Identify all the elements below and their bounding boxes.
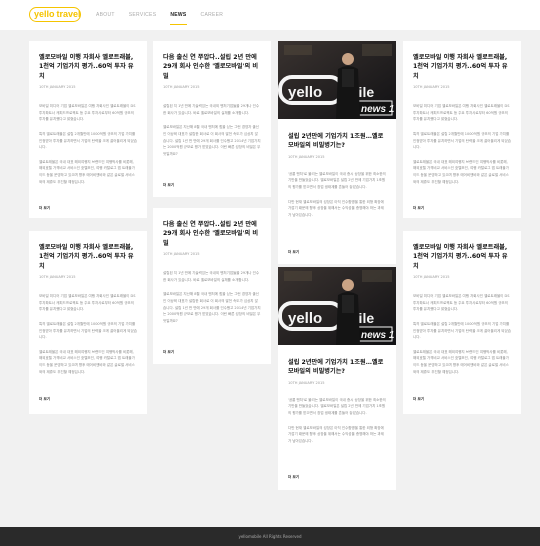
news-card-text: 모바일 미디어 기업 옐로모바일은 여행 자회사인 옐로트래블이 DS투자파트너… (413, 104, 510, 122)
news-card-text: '공룡 벤처'로 불리는 옐로모바일이 국내 증시 상장을 위한 최소한의 기반… (288, 171, 386, 189)
news-card-text: 모바일 미디어 기업 옐로모바일은 여행 자회사인 옐로트래블이 DS투자파트너… (39, 104, 136, 122)
news-card-title[interactable]: 다음 출신 연 쭈압다..설립 2년 만에 29개 회사 인수한 '옐로모바일'… (163, 220, 261, 248)
news-card-text: 특히 옐로트래블은 설립 2개월만에 1000억원 규모의 기업 가치를 인정받… (413, 132, 511, 150)
news-card: yello bile news 1 설립 2년만에 기업가치 1조원…옐로모바일… (278, 267, 396, 490)
nav-news[interactable]: NEWS (170, 11, 187, 25)
news-card: 옐로모바일 이행 자회사 옐로트래블, 1천억 기업가치 평가..60억 투자 … (29, 231, 147, 414)
copyright-text: yellomobile All Rights Reserved (238, 534, 302, 539)
news-card-image[interactable]: yello bile news 1 (278, 267, 396, 345)
svg-text:yello: yello (288, 84, 322, 101)
ceo-photo: yello bile news 1 (278, 41, 396, 119)
news-card-title[interactable]: 옐로모바일 이행 자회사 옐로트래블, 1천억 기업가치 평가..60억 투자 … (413, 53, 511, 81)
news-card-text: 모바일 미디어 기업 옐로모바일은 여행 자회사인 옐로트래블이 DS투자파트너… (39, 294, 136, 312)
news-card-text: 특히 옐로트래블은 설립 2개월만에 1000억원 규모의 기업 가치를 인정받… (39, 132, 137, 150)
news-card-date: 10TH JANUARY 2015 (413, 275, 450, 280)
news-card-text: 다만 현재 옐로모바일의 성장은 아직 인수합병을 통한 외형 확장에 가깝기 … (288, 199, 384, 217)
news-card-text: 설립된 지 1년 만에 기술력있는 국내외 벤처기업들을 29개나 인수한 회사… (163, 104, 260, 115)
news-card-date: 10TH JANUARY 2015 (413, 85, 450, 90)
news-card-text: 옐로트래블은 국내 대표 해외여행지 브랜드인 여행박사를 비롯해, 해외호텔 … (413, 159, 509, 184)
news-card-text: 옐로트래블은 국내 대표 해외여행지 브랜드인 여행박사를 비롯해, 해외호텔 … (413, 349, 509, 374)
main-nav: ABOUT SERVICES NEWS CAREER (96, 11, 237, 25)
news-card-title[interactable]: 설립 2년만에 기업가치 1조원…옐로모바일의 비밀병기는? (288, 358, 386, 377)
svg-text:news 1: news 1 (361, 330, 395, 341)
news-card-date: 10TH JANUARY 2015 (288, 154, 325, 159)
news-card-title[interactable]: 설립 2년만에 기업가치 1조원…옐로모바일의 비밀병기는? (288, 132, 386, 151)
brand-logo[interactable]: yello travel (29, 7, 81, 22)
news-card-text: 특히 옐로트래블은 설립 2개월만에 1000억원 규모의 기업 가치를 인정받… (413, 322, 511, 340)
news-card-text: 설립된 지 1년 만에 기술력있는 국내외 벤처기업들을 29개나 인수한 회사… (163, 271, 260, 282)
read-more-link[interactable]: 더 보기 (288, 475, 299, 480)
news-card: 다음 출신 연 쭈압다..설립 2년 만에 29개 회사 인수한 '옐로모바일'… (153, 41, 271, 197)
news-card: 옐로모바일 이행 자회사 옐로트래블, 1천억 기업가치 평가..60억 투자 … (29, 41, 147, 218)
news-card-date: 10TH JANUARY 2015 (288, 380, 325, 385)
news-card: 옐로모바일 이행 자회사 옐로트래블, 1천억 기업가치 평가..60억 투자 … (403, 41, 521, 218)
read-more-link[interactable]: 더 보기 (39, 206, 50, 211)
news-card-date: 10TH JANUARY 2015 (39, 85, 76, 90)
logo-left: yello (34, 9, 55, 19)
news-card-image[interactable]: yello bile news 1 (278, 41, 396, 119)
svg-text:news 1: news 1 (361, 104, 395, 115)
news-card-text: 특히 옐로트래블은 설립 2개월만에 1000억원 규모의 기업 가치를 인정받… (39, 322, 137, 340)
news-card-date: 10TH JANUARY 2015 (39, 275, 76, 280)
news-card-date: 10TH JANUARY 2015 (163, 252, 200, 257)
site-footer: yellomobile All Rights Reserved (0, 527, 540, 546)
read-more-link[interactable]: 더 보기 (288, 250, 299, 255)
news-card: yello bile news 1 설립 2년만에 기업가치 1조원…옐로모바일… (278, 41, 396, 264)
news-card-text: 옐로트래블은 국내 대표 해외여행지 브랜드인 여행박사를 비롯해, 해외호텔 … (39, 159, 135, 184)
news-card-text: 옐로모바일은 지난해 8월 국내 벤처에 힘을 싣는 그런 경영자 출신인 이상… (163, 292, 261, 323)
site-header: yello travel ABOUT SERVICES NEWS CAREER (0, 0, 540, 30)
news-card-title[interactable]: 옐로모바일 이행 자회사 옐로트래블, 1천억 기업가치 평가..60억 투자 … (413, 243, 511, 271)
news-card: 다음 출신 연 쭈압다..설립 2년 만에 29개 회사 인수한 '옐로모바일'… (153, 208, 271, 364)
news-card-text: '공룡 벤처'로 불리는 옐로모바일이 국내 증시 상장을 위한 최소한의 기반… (288, 397, 386, 415)
read-more-link[interactable]: 더 보기 (163, 183, 174, 188)
nav-career[interactable]: CAREER (201, 11, 224, 21)
news-card-text: 옐로트래블은 국내 대표 해외여행지 브랜드인 여행박사를 비롯해, 해외호텔 … (39, 349, 135, 374)
news-card-title[interactable]: 옐로모바일 이행 자회사 옐로트래블, 1천억 기업가치 평가..60억 투자 … (39, 243, 137, 271)
logo-right: travel (56, 9, 81, 19)
news-card-title[interactable]: 다음 출신 연 쭈압다..설립 2년 만에 29개 회사 인수한 '옐로모바일'… (163, 53, 261, 81)
news-card-date: 10TH JANUARY 2015 (163, 85, 200, 90)
read-more-link[interactable]: 더 보기 (413, 397, 424, 402)
news-card-text: 옐로모바일은 지난해 8월 국내 벤처에 힘을 싣는 그런 경영자 출신인 이상… (163, 125, 261, 156)
ceo-photo: yello bile news 1 (278, 267, 396, 345)
news-card: 옐로모바일 이행 자회사 옐로트래블, 1천억 기업가치 평가..60억 투자 … (403, 231, 521, 414)
nav-services[interactable]: SERVICES (129, 11, 157, 21)
read-more-link[interactable]: 더 보기 (39, 397, 50, 402)
news-card-text: 모바일 미디어 기업 옐로모바일은 여행 자회사인 옐로트래블이 DS투자파트너… (413, 294, 510, 312)
svg-text:yello: yello (288, 310, 322, 327)
news-card-text: 다만 현재 옐로모바일의 성장은 아직 인수합병을 통한 외형 확장에 가깝기 … (288, 425, 384, 443)
news-card-title[interactable]: 옐로모바일 이행 자회사 옐로트래블, 1천억 기업가치 평가..60억 투자 … (39, 53, 137, 81)
read-more-link[interactable]: 더 보기 (413, 206, 424, 211)
nav-about[interactable]: ABOUT (96, 11, 115, 21)
read-more-link[interactable]: 더 보기 (163, 350, 174, 355)
